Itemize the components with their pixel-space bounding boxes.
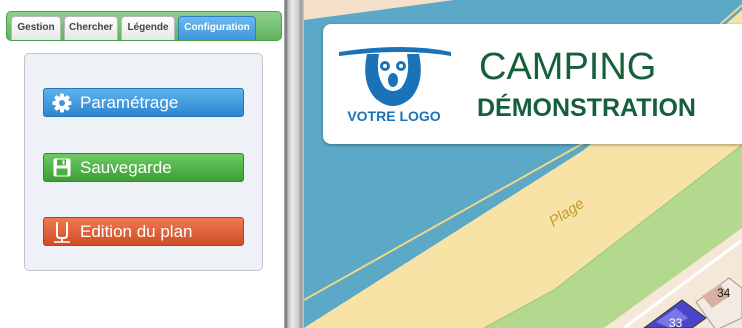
pitch-number: 33 bbox=[669, 316, 683, 328]
camping-banner: VOTRE LOGO CAMPING DÉMONSTRATION bbox=[323, 24, 742, 144]
tab-configuration[interactable]: Configuration bbox=[178, 16, 256, 40]
campsite-map[interactable]: VOTRE LOGO CAMPING DÉMONSTRATION Plage 3… bbox=[304, 0, 742, 328]
tab-legende[interactable]: Légende bbox=[121, 16, 175, 40]
floppy-disk-icon bbox=[48, 158, 76, 177]
tab-gestion[interactable]: Gestion bbox=[11, 16, 61, 40]
edit-plan-button[interactable]: Edition du plan bbox=[43, 217, 244, 246]
left-panel: Gestion Chercher Légende Configuration P bbox=[0, 0, 284, 328]
camping-subtitle: DÉMONSTRATION bbox=[477, 94, 696, 122]
camping-title: CAMPING bbox=[479, 46, 657, 88]
settings-button[interactable]: Paramétrage bbox=[43, 88, 244, 117]
save-button[interactable]: Sauvegarde bbox=[43, 153, 244, 182]
save-label: Sauvegarde bbox=[80, 157, 172, 177]
configuration-panel: Paramétrage Sauvegarde Edition du plan bbox=[24, 53, 263, 271]
edit-plan-label: Edition du plan bbox=[80, 221, 193, 241]
gear-icon bbox=[48, 93, 76, 113]
tab-bar: Gestion Chercher Légende Configuration bbox=[6, 11, 282, 41]
pencil-edit-icon bbox=[48, 221, 76, 243]
settings-label: Paramétrage bbox=[80, 92, 179, 112]
tab-chercher[interactable]: Chercher bbox=[64, 16, 118, 40]
logo-mark-icon bbox=[339, 47, 451, 106]
panel-splitter[interactable] bbox=[284, 0, 304, 328]
logo-text: VOTRE LOGO bbox=[347, 108, 441, 124]
pitch-number: 34 bbox=[717, 286, 731, 300]
